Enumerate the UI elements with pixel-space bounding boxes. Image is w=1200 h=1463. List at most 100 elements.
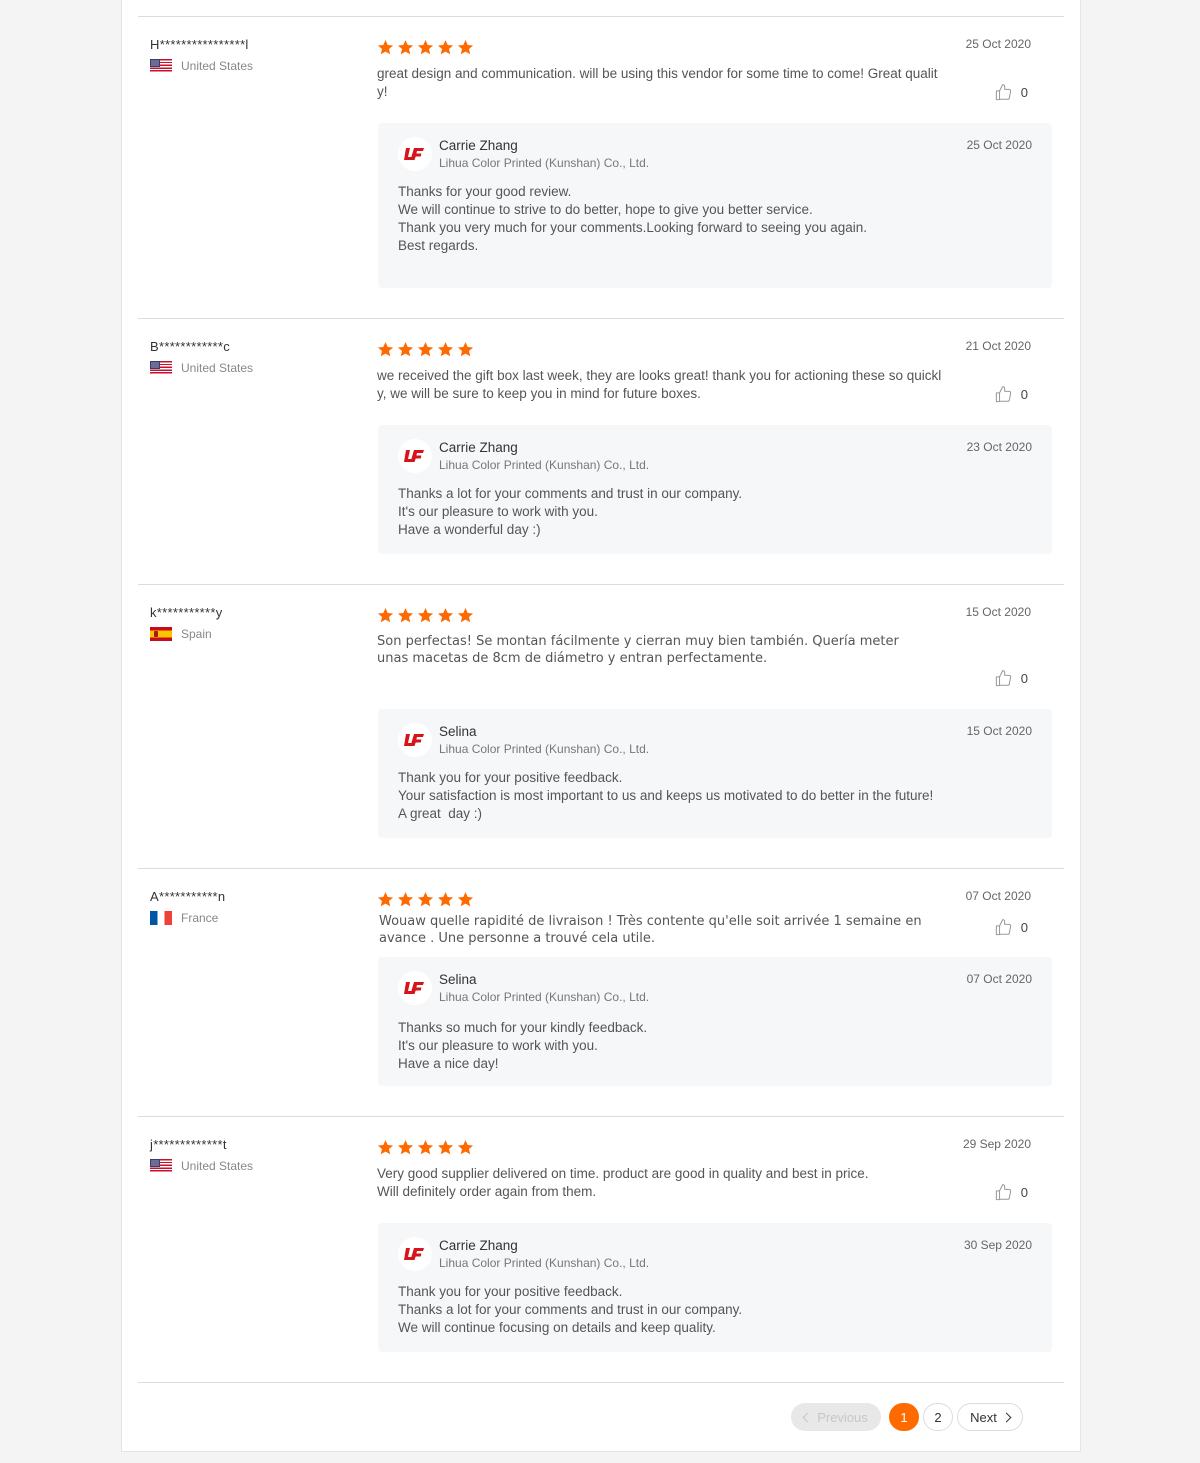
reply-line: Have a nice day!: [398, 1056, 499, 1071]
reply-line: We will continue to strive to do better,…: [398, 202, 813, 217]
star-rating: [377, 891, 474, 908]
like-button[interactable]: 0: [994, 1183, 1028, 1202]
reply-line: Your satisfaction is most important to u…: [398, 788, 934, 803]
country-row: France: [150, 911, 350, 925]
thumbs-up-icon: [995, 84, 1011, 101]
reply-company: Lihua Color Printed (Kunshan) Co., Ltd.: [439, 1256, 650, 1270]
reply-line: It's our pleasure to work with you.: [398, 1038, 598, 1053]
like-button[interactable]: 0: [994, 83, 1028, 102]
star-icon: [457, 40, 474, 55]
review-text-line: Very good supplier delivered on time. pr…: [377, 1166, 869, 1181]
supplier-reply: Carrie Zhang Lihua Color Printed (Kunsha…: [378, 425, 1052, 554]
star-icon: [417, 40, 434, 55]
france-flag-icon: [150, 911, 172, 925]
star-icon: [457, 1140, 474, 1155]
star-icon: [417, 342, 434, 357]
star-rating: [377, 607, 474, 624]
review-date: 25 Oct 2020: [965, 37, 1031, 51]
review-text: great design and communication. will be …: [377, 66, 938, 99]
reply-company: Lihua Color Printed (Kunshan) Co., Ltd.: [439, 742, 650, 756]
review-text: Son perfectas! Se montan fácilmente y ci…: [377, 634, 899, 666]
next-page-button[interactable]: Next: [957, 1403, 1023, 1431]
reply-line: Thanks for your good review.: [398, 184, 572, 199]
us-flag-icon: [150, 59, 172, 73]
thumbs-up-icon: [995, 670, 1011, 687]
star-icon: [437, 40, 454, 55]
company-logo-icon: [398, 439, 432, 473]
review-item: H****************l United States 25 Oct …: [138, 16, 1064, 318]
country-name: United States: [181, 1159, 254, 1173]
star-icon: [397, 40, 414, 55]
star-icon: [437, 342, 454, 357]
like-count: 0: [1020, 85, 1028, 100]
review-item: A***********n France 07 Oct 2020 Wouaw q…: [138, 868, 1064, 1116]
reply-line: Thanks a lot for your comments and trust…: [398, 486, 743, 501]
reply-company: Lihua Color Printed (Kunshan) Co., Ltd.: [439, 990, 650, 1004]
reply-body: Thank you for your positive feedback. Yo…: [398, 769, 1032, 823]
reply-author: Carrie Zhang: [439, 1238, 518, 1253]
reply-author: Selina: [439, 972, 477, 987]
reply-line: Have a wonderful day :): [398, 522, 541, 537]
review-item: j*************t United States 29 Sep 202…: [138, 1116, 1064, 1382]
previous-page-button[interactable]: Previous: [791, 1403, 881, 1431]
supplier-reply: Carrie Zhang Lihua Color Printed (Kunsha…: [378, 123, 1052, 288]
page-1-button[interactable]: 1: [889, 1403, 919, 1431]
previous-label: Previous: [817, 1409, 868, 1425]
star-rating: [377, 1139, 474, 1156]
company-logo-icon: [398, 723, 432, 757]
country-name: Spain: [181, 627, 212, 641]
star-icon: [417, 608, 434, 623]
us-flag-icon: [150, 361, 172, 375]
like-count: 0: [1020, 920, 1028, 935]
page-2-button[interactable]: 2: [923, 1403, 953, 1431]
country-name: United States: [181, 59, 254, 73]
star-rating: [377, 39, 474, 56]
chevron-right-icon: [1001, 1412, 1012, 1422]
reply-line: A great day :): [398, 806, 483, 821]
star-icon: [397, 892, 414, 907]
star-icon: [377, 342, 394, 357]
reply-author: Carrie Zhang: [439, 440, 518, 455]
reply-date: 23 Oct 2020: [966, 440, 1032, 454]
country-row: United States: [150, 1159, 350, 1173]
star-icon: [377, 892, 394, 907]
thumbs-up-icon: [995, 1184, 1011, 1201]
like-count: 0: [1020, 387, 1028, 402]
reviewer-info: H****************l United States: [150, 37, 350, 73]
reviewer-name: A***********n: [150, 889, 226, 904]
star-icon: [417, 1140, 434, 1155]
like-button[interactable]: 0: [994, 385, 1028, 404]
reply-date: 30 Sep 2020: [963, 1238, 1032, 1252]
like-button[interactable]: 0: [994, 918, 1028, 937]
country-row: United States: [150, 59, 350, 73]
review-text: Very good supplier delivered on time. pr…: [377, 1165, 942, 1201]
us-flag-icon: [150, 1159, 172, 1173]
review-date: 15 Oct 2020: [965, 605, 1031, 619]
review-text-line: Will definitely order again from them.: [377, 1184, 597, 1199]
reply-company: Lihua Color Printed (Kunshan) Co., Ltd.: [439, 156, 650, 170]
reply-line: We will continue focusing on details and…: [398, 1320, 716, 1335]
reply-line: Thanks so much for your kindly feedback.: [398, 1020, 648, 1035]
review-item: B************c United States 21 Oct 2020…: [138, 318, 1064, 584]
star-icon: [457, 608, 474, 623]
reviews-panel: H****************l United States 25 Oct …: [121, 0, 1081, 1452]
like-button[interactable]: 0: [994, 669, 1028, 688]
review-date: 07 Oct 2020: [965, 889, 1031, 903]
divider: [138, 1382, 1064, 1383]
reviewer-info: j*************t United States: [150, 1137, 350, 1173]
reply-line: Thank you for your positive feedback.: [398, 770, 623, 785]
reply-line: Best regards.: [398, 238, 479, 253]
reply-body: Thanks for your good review. We will con…: [398, 183, 1032, 255]
like-count: 0: [1020, 1185, 1028, 1200]
company-logo-icon: [398, 971, 432, 1005]
thumbs-up-icon: [995, 919, 1011, 936]
supplier-reply: Selina Lihua Color Printed (Kunshan) Co.…: [378, 709, 1052, 838]
reply-date: 07 Oct 2020: [966, 972, 1032, 986]
company-logo-icon: [398, 137, 432, 171]
review-date: 21 Oct 2020: [965, 339, 1031, 353]
reviewer-info: A***********n France: [150, 889, 350, 925]
star-icon: [397, 1140, 414, 1155]
review-item: k***********y Spain 15 Oct 2020 Son perf…: [138, 584, 1064, 868]
reply-date: 15 Oct 2020: [966, 724, 1032, 738]
star-icon: [437, 608, 454, 623]
